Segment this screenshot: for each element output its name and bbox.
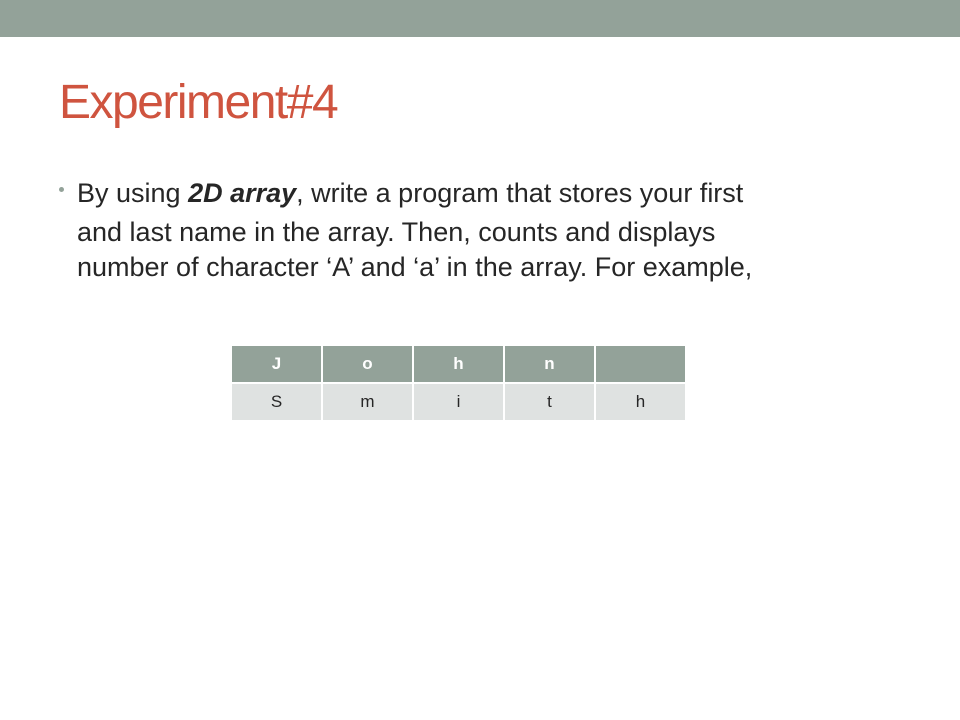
slide: Experiment#4 By using 2D array, write a … — [0, 0, 960, 720]
name-array-table: J o h n S m i t h — [230, 344, 687, 422]
top-accent-band — [0, 0, 960, 37]
slide-title: Experiment#4 — [59, 76, 339, 129]
bullet-line-1-emphasis: 2D array — [188, 178, 297, 208]
table-cell: n — [503, 344, 596, 384]
bullet-line-1-pre: By using — [77, 178, 189, 208]
table-cell: o — [321, 344, 414, 384]
table-cell — [594, 344, 687, 384]
table-row-last-name: S m i t h — [230, 382, 687, 422]
table-cell: i — [412, 382, 505, 422]
table-cell: S — [230, 382, 323, 422]
bullet-line-1: By using 2D array, write a program that … — [77, 176, 743, 210]
bullet-line-1-post: , write a program that stores your first — [296, 178, 744, 208]
table-row-first-name: J o h n — [230, 344, 687, 384]
table-cell: t — [503, 382, 596, 422]
bullet-dot-icon — [59, 187, 64, 192]
bullet-line-3: number of character ‘A’ and ‘a’ in the a… — [77, 252, 753, 282]
table-cell: h — [412, 344, 505, 384]
table-cell: h — [594, 382, 687, 422]
table-cell: J — [230, 344, 323, 384]
table-cell: m — [321, 382, 414, 422]
bullet-line-2: and last name in the array. Then, counts… — [77, 217, 716, 247]
